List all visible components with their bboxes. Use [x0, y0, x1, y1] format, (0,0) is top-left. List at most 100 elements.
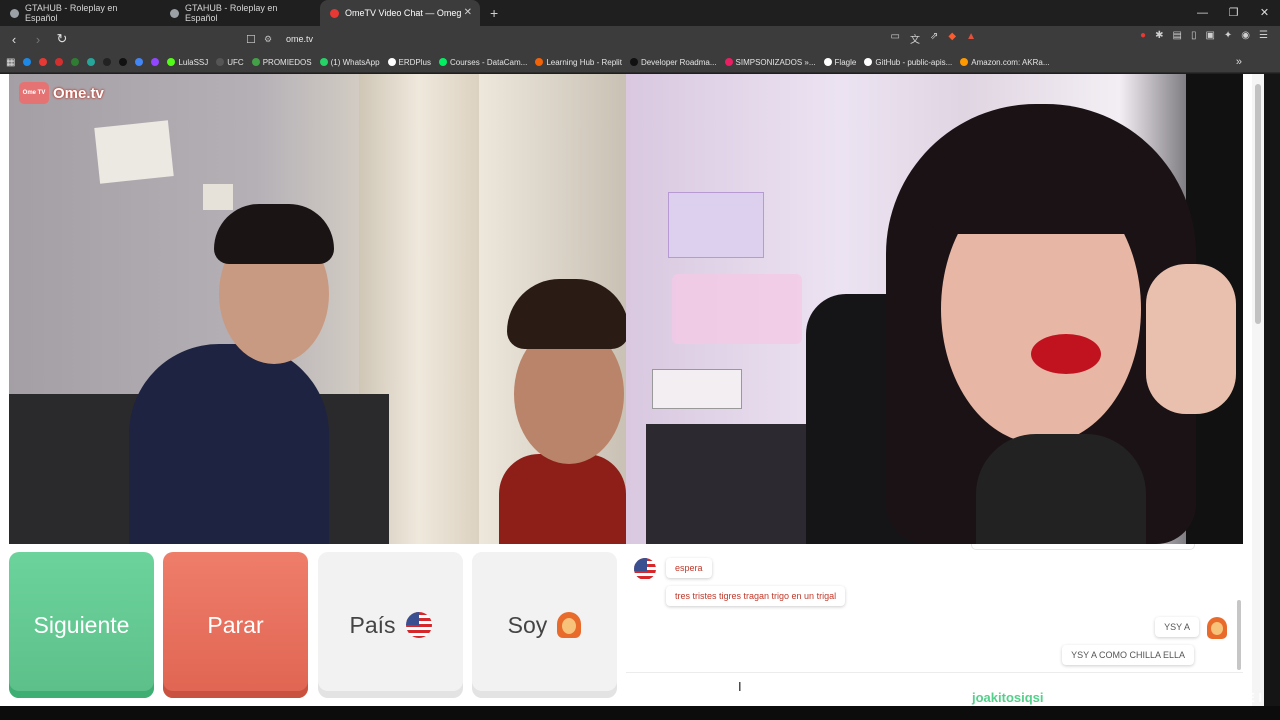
vpn-icon[interactable]: ◉ — [1241, 30, 1250, 41]
stranger-flag-icon — [634, 558, 656, 580]
site-info-icon[interactable]: ⚙ — [264, 34, 286, 45]
address-bar-actions: ▭ 文 ⇗ ◆ ▲ — [891, 31, 976, 46]
bookmark-favicon-icon — [629, 58, 638, 66]
person-1-body — [129, 344, 329, 544]
bookmark-item[interactable]: LulaSSJ — [167, 58, 208, 67]
chat-controls: Siguiente Parar País Soy — [9, 552, 617, 698]
wall-note — [652, 369, 742, 409]
extensions-icon[interactable]: ✱ — [1155, 30, 1163, 41]
ometv-favicon-icon — [330, 8, 339, 18]
page-scrollbar[interactable] — [1252, 74, 1264, 706]
chat-message-self: YSY A COMO CHILLA ELLA — [1062, 645, 1194, 665]
bookmark-item[interactable]: Learning Hub - Replit — [535, 58, 622, 67]
person-2-body — [499, 454, 626, 544]
stop-button[interactable]: Parar — [163, 552, 308, 698]
close-window-icon[interactable]: ✕ — [1249, 0, 1280, 26]
browser-tab-1[interactable]: GTAHUB - Roleplay en Español — [0, 0, 160, 26]
bookmark-favicon-icon — [119, 58, 128, 66]
bookmark-item[interactable]: UFC — [216, 57, 244, 67]
bookmark-item[interactable] — [55, 58, 64, 66]
brave-shield-icon[interactable]: ◆ — [948, 31, 956, 46]
browser-tab-2[interactable]: GTAHUB - Roleplay en Español — [160, 0, 320, 26]
browser-toolbar: ‹ › ↻ ☐ ⚙ ome.tv ▭ 文 ⇗ ◆ ▲ — [0, 26, 1280, 52]
reload-icon[interactable]: ↻ — [52, 31, 72, 47]
bookmark-item[interactable]: Amazon.com: AKRa... — [960, 57, 1050, 67]
gtahub-favicon-icon — [170, 8, 179, 18]
bookmark-label: PROMIEDOS — [262, 57, 312, 67]
bookmark-favicon-icon — [960, 58, 969, 66]
bookmark-label: Courses - DataCam... — [449, 57, 528, 67]
bookmark-label: Developer Roadma... — [640, 57, 717, 67]
bookmark-item[interactable]: GitHub - public-apis... — [864, 58, 952, 67]
bookmark-star-icon[interactable]: ☐ — [246, 33, 256, 46]
restore-icon[interactable]: ❐ — [1218, 0, 1249, 26]
bookmark-favicon-icon — [135, 58, 144, 66]
bookmark-favicon-icon — [251, 58, 260, 66]
bookmark-label: Flagle — [834, 57, 857, 67]
next-label: Siguiente — [33, 611, 130, 638]
more-bookmarks-icon[interactable]: » — [1236, 56, 1242, 68]
reading-list-icon[interactable]: ▤ — [1172, 30, 1181, 41]
url-text[interactable]: ome.tv — [286, 34, 313, 44]
bookmark-item[interactable] — [103, 58, 112, 66]
bookmark-item[interactable]: Developer Roadma... — [629, 57, 717, 67]
chat-panel: espera tres tristes tigres tragan trigo … — [626, 544, 1243, 700]
browser-tab-ometv[interactable]: OmeTV Video Chat — Omeg ✕ — [320, 0, 480, 26]
bookmark-favicon-icon — [87, 58, 96, 66]
menu-icon[interactable]: ☰ — [1259, 30, 1268, 41]
minimize-icon[interactable]: — — [1187, 0, 1218, 26]
bookmark-label: Amazon.com: AKRa... — [971, 57, 1050, 67]
bookmark-item[interactable]: PROMIEDOS — [251, 57, 312, 67]
translate-icon[interactable]: 文 — [910, 31, 920, 46]
record-icon[interactable]: ● — [1140, 30, 1146, 41]
gtahub-favicon-icon — [10, 8, 19, 18]
wallet-icon[interactable]: ▣ — [1205, 30, 1214, 41]
bookmark-item[interactable] — [23, 58, 32, 66]
leo-icon[interactable]: ✦ — [1224, 30, 1232, 41]
country-label: País — [349, 611, 396, 638]
self-avatar-icon — [1207, 617, 1227, 639]
chat-scrollbar[interactable] — [1237, 600, 1241, 670]
bookmark-item[interactable] — [39, 58, 48, 66]
country-button[interactable]: País — [318, 552, 463, 698]
bookmark-item[interactable] — [87, 58, 96, 66]
bookmark-item[interactable]: ERDPlus — [387, 58, 431, 67]
wall-frame — [94, 120, 174, 184]
tab-title: OmeTV Video Chat — Omeg — [345, 8, 462, 18]
gender-button[interactable]: Soy — [472, 552, 617, 698]
tab-title: GTAHUB - Roleplay en Español — [25, 3, 118, 23]
cast-icon[interactable]: ▭ — [891, 31, 900, 46]
bookmark-item[interactable] — [135, 58, 144, 66]
bookmark-favicon-icon — [151, 58, 160, 66]
bookmark-item[interactable]: SIMPSONIZADOS »... — [724, 58, 816, 67]
bookmark-item[interactable] — [71, 58, 80, 66]
close-tab-icon[interactable]: ✕ — [464, 7, 472, 18]
person-3-lips — [1031, 334, 1101, 374]
overlay-username: joakitosiqsi — [972, 690, 1044, 705]
bookmark-item[interactable]: (1) WhatsApp — [319, 58, 380, 67]
bookmark-item[interactable]: Flagle — [823, 57, 857, 67]
apps-grid-icon[interactable]: ▦ — [6, 57, 15, 68]
sidebar-icon[interactable]: ▯ — [1191, 30, 1197, 41]
bookmark-item[interactable] — [119, 58, 128, 66]
rewards-icon[interactable]: ▲ — [966, 31, 976, 46]
wall-sign — [672, 274, 802, 344]
girl-emoji-icon — [557, 612, 582, 638]
bookmark-item[interactable]: Courses - DataCam... — [438, 57, 528, 67]
text-cursor-icon: I — [738, 679, 742, 694]
bookmark-favicon-icon — [39, 58, 48, 66]
share-icon[interactable]: ⇗ — [930, 31, 938, 46]
next-button[interactable]: Siguiente — [9, 552, 154, 698]
bookmark-item[interactable] — [151, 58, 160, 66]
extensions-area: ● ✱ ▤ ▯ ▣ ✦ ◉ ☰ — [1140, 30, 1268, 41]
bookmark-label: UFC — [227, 57, 244, 67]
back-icon[interactable]: ‹ — [4, 32, 24, 47]
address-bar[interactable]: ☐ ⚙ ome.tv ▭ 文 ⇗ ◆ ▲ — [246, 29, 976, 49]
wall-photo — [203, 184, 233, 210]
bookmark-favicon-icon — [55, 58, 64, 66]
scrollbar-thumb[interactable] — [1255, 84, 1261, 324]
bookmark-favicon-icon — [535, 58, 544, 66]
plus-icon[interactable]: + — [480, 5, 508, 21]
ometv-logo[interactable]: Ome TV Ome.tv — [19, 82, 104, 104]
forward-icon[interactable]: › — [28, 32, 48, 47]
